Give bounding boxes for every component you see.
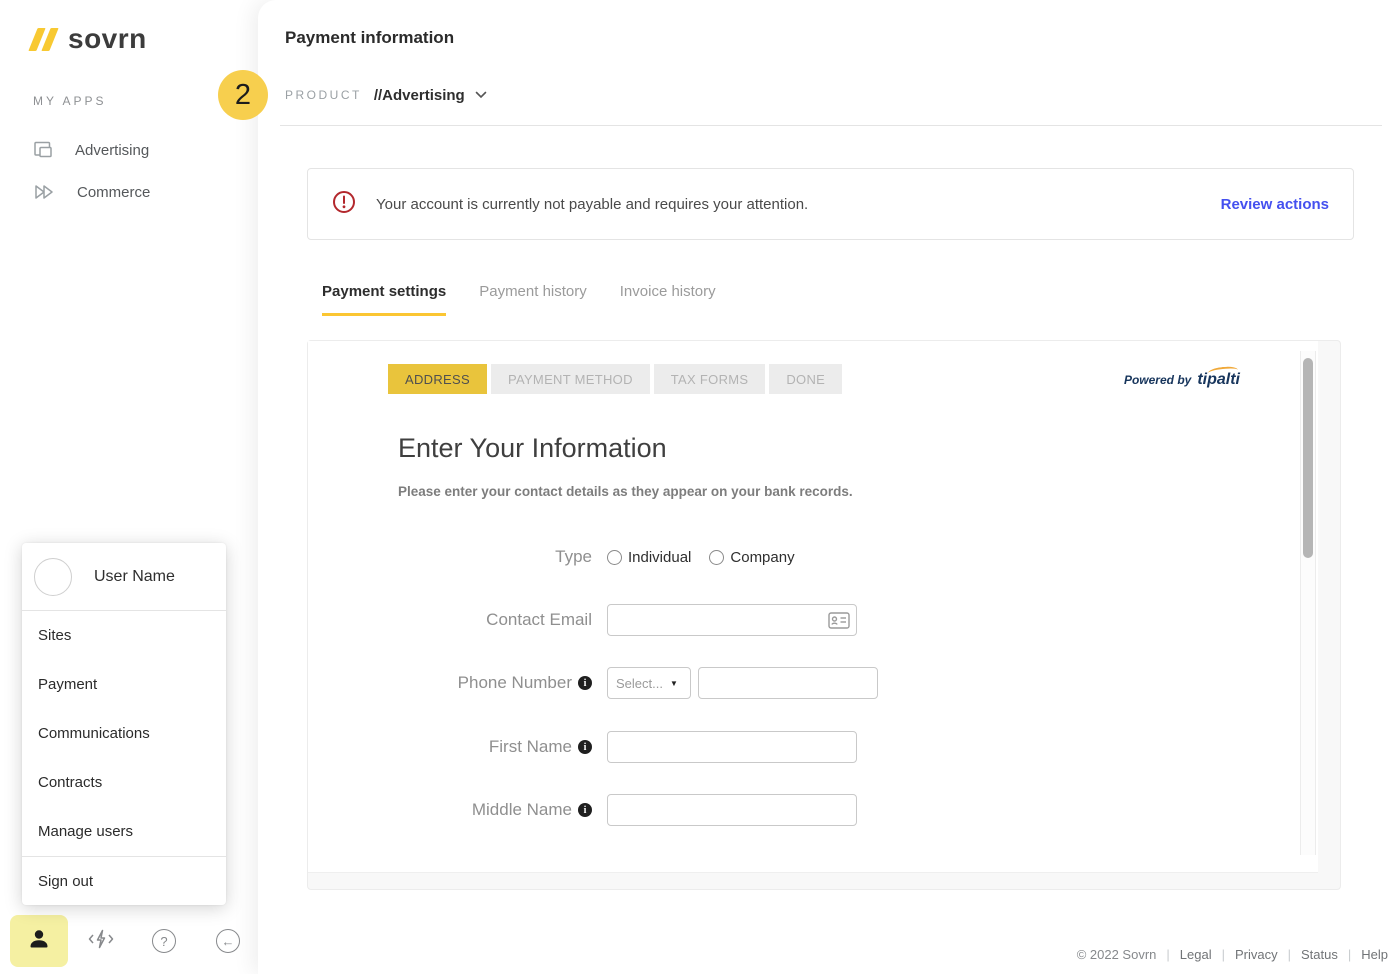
tipalti-iframe: ADDRESS PAYMENT METHOD TAX FORMS DONE Po… [308,341,1318,873]
footer-link-privacy[interactable]: Privacy [1235,947,1278,962]
collapse-sidebar-button[interactable]: ← [215,928,241,954]
sidebar-item-label: Advertising [75,142,149,159]
powered-by-tipalti: Powered by tipalti [1124,371,1240,389]
menu-item-contracts[interactable]: Contracts [22,758,226,807]
contact-email-input[interactable] [607,604,857,636]
product-dropdown[interactable]: //Advertising [374,86,487,104]
page-title: Payment information [285,28,454,48]
chevron-down-icon [475,86,487,104]
footer-copyright: © 2022 Sovrn [1077,947,1157,962]
first-name-input[interactable] [607,731,857,763]
sidebar-bottom-bar: ? ← [0,915,258,974]
user-name: User Name [94,568,175,586]
phone-country-select[interactable]: Select... ▼ [607,667,691,699]
footer-link-help[interactable]: Help [1361,947,1388,962]
collapse-arrow-icon: ← [216,929,240,953]
info-icon: i [578,803,592,817]
form-row-type: Type Individual Company [372,541,813,573]
product-value: //Advertising [374,87,465,104]
radio-company-label: Company [730,549,794,566]
product-label: PRODUCT [285,88,362,102]
iframe-scrollbar-thumb[interactable] [1303,358,1313,558]
advertising-icon [33,139,55,161]
my-apps-label: MY APPS [33,94,106,108]
contact-email-label: Contact Email [486,610,592,630]
form-row-first-name: First Name i [372,731,857,763]
help-icon: ? [152,929,176,953]
form-row-contact-email: Contact Email [372,604,857,636]
sidebar-item-advertising[interactable]: Advertising [33,139,149,161]
sidebar-item-commerce[interactable]: Commerce [33,181,150,203]
radio-circle-icon [607,550,622,565]
alert-banner: Your account is currently not payable an… [307,168,1354,240]
page-footer: © 2022 Sovrn | Legal | Privacy | Status … [1077,947,1388,962]
menu-item-manage-users[interactable]: Manage users [22,807,226,856]
sovrn-logo[interactable]: sovrn [33,26,147,52]
user-menu-header: User Name [22,543,226,611]
radio-company[interactable]: Company [709,549,794,566]
header-divider [280,125,1382,126]
user-icon [26,926,52,957]
powered-by-text: Powered by [1124,373,1191,387]
tipalti-step-bar: ADDRESS PAYMENT METHOD TAX FORMS DONE [388,364,842,394]
form-row-phone: Phone Number i Select... ▼ [372,667,878,699]
first-name-label: First Name [489,737,572,757]
tab-payment-history[interactable]: Payment history [479,283,587,316]
middle-name-input[interactable] [607,794,857,826]
phone-number-input[interactable] [698,667,878,699]
account-button[interactable] [10,915,68,967]
tab-invoice-history[interactable]: Invoice history [620,283,716,316]
phone-select-value: Select... [616,676,663,691]
info-icon: i [578,740,592,754]
alert-icon [332,190,356,219]
form-subheading: Please enter your contact details as the… [398,484,853,499]
footer-divider: | [1166,947,1169,962]
user-menu-popup: User Name Sites Payment Communications C… [22,543,226,905]
tipalti-logo: tipalti [1197,371,1240,389]
sovrn-slashes-icon [33,28,54,51]
menu-item-communications[interactable]: Communications [22,709,226,758]
footer-divider: | [1222,947,1225,962]
info-icon: i [578,676,592,690]
type-label: Type [555,547,592,567]
app-window: sovrn MY APPS Advertising Commerce [0,0,1396,974]
footer-link-status[interactable]: Status [1301,947,1338,962]
footer-divider: | [1348,947,1351,962]
select-caret-icon: ▼ [670,679,678,688]
tipalti-swoosh-icon [1208,365,1239,377]
footer-link-legal[interactable]: Legal [1180,947,1212,962]
step-tab-payment-method[interactable]: PAYMENT METHOD [491,364,650,394]
review-actions-link[interactable]: Review actions [1221,196,1329,213]
radio-individual[interactable]: Individual [607,549,691,566]
help-button[interactable]: ? [151,928,177,954]
radio-circle-icon [709,550,724,565]
commerce-icon [33,181,57,203]
iframe-scrollbar-track[interactable] [1300,351,1316,855]
menu-item-sign-out[interactable]: Sign out [22,857,226,905]
alert-message: Your account is currently not payable an… [376,196,808,213]
step-tab-address[interactable]: ADDRESS [388,364,487,394]
sidebar-item-label: Commerce [77,184,150,201]
step-tab-tax-forms[interactable]: TAX FORMS [654,364,766,394]
product-row: PRODUCT //Advertising [285,86,487,104]
developer-tools-button[interactable] [88,928,114,954]
logo-text: sovrn [68,26,147,52]
form-heading: Enter Your Information [398,433,667,464]
menu-item-sites[interactable]: Sites [22,611,226,660]
tab-payment-settings[interactable]: Payment settings [322,283,446,316]
step-tab-done[interactable]: DONE [769,364,842,394]
form-row-middle-name: Middle Name i [372,794,857,826]
radio-individual-label: Individual [628,549,691,566]
tab-bar: Payment settings Payment history Invoice… [322,283,716,316]
main-panel: Payment information PRODUCT //Advertisin… [258,0,1396,974]
annotation-badge: 2 [218,70,268,120]
contact-card-icon[interactable] [828,612,850,629]
middle-name-label: Middle Name [472,800,572,820]
phone-number-label: Phone Number [458,673,572,693]
avatar [34,558,72,596]
sidebar: sovrn MY APPS Advertising Commerce [0,0,258,974]
menu-item-payment[interactable]: Payment [22,660,226,709]
code-bolt-icon [87,927,115,956]
footer-divider: | [1288,947,1291,962]
